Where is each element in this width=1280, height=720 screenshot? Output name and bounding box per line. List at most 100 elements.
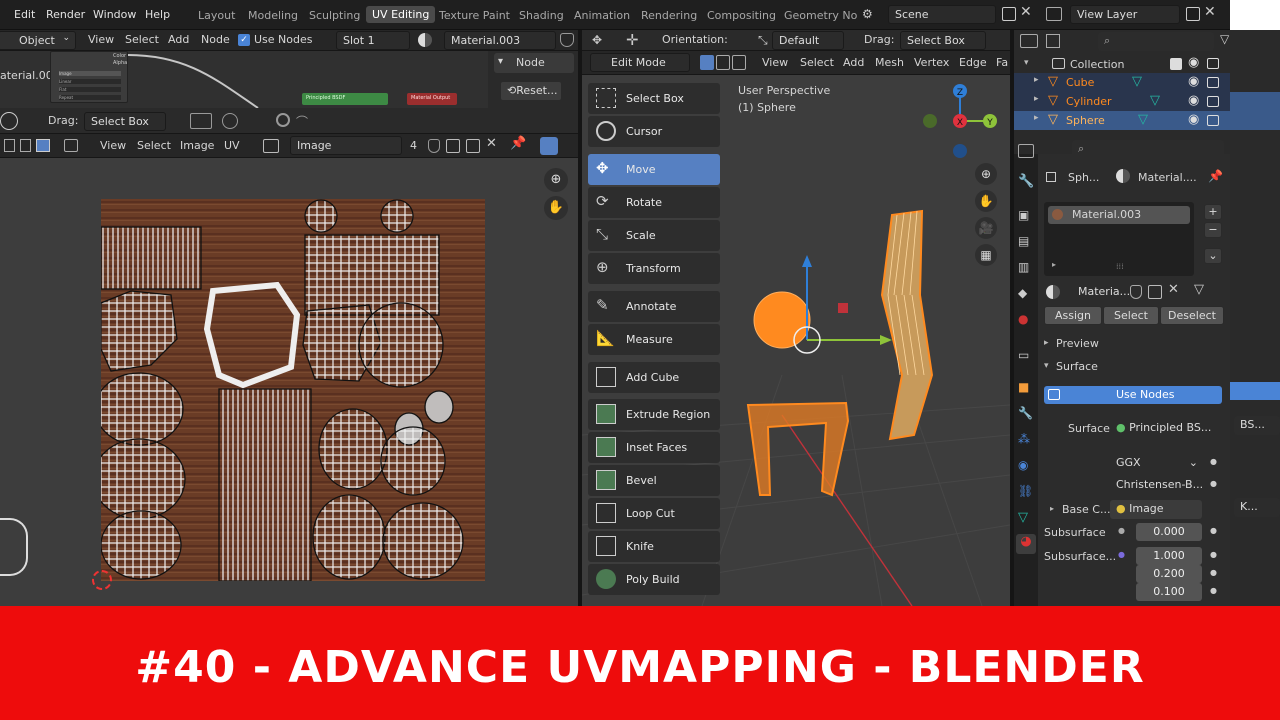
outliner-row-sphere[interactable]: ▸ ▽ Sphere ▽ ◉	[1014, 111, 1230, 130]
scene-icon[interactable]: ⚙	[862, 7, 880, 21]
move-gizmo-icon[interactable]: ✛	[626, 31, 639, 49]
camera-render-icon[interactable]	[1207, 96, 1219, 107]
keyframe-dot-icon[interactable]: ●	[1210, 550, 1217, 559]
fake-user-shield-icon[interactable]	[560, 33, 574, 47]
outliner-editor-icon[interactable]	[1020, 34, 1038, 48]
properties-search[interactable]: ⌕	[1072, 140, 1224, 159]
keyframe-dot-icon[interactable]: ●	[1210, 526, 1217, 535]
vector-socket-icon[interactable]: ●	[1118, 550, 1125, 559]
tool-rotate[interactable]: ⟳ Rotate	[588, 187, 720, 218]
object-dropdown[interactable]: Object ⌄	[0, 31, 76, 50]
node-menu-view[interactable]: View	[88, 33, 114, 46]
tab-animation[interactable]: Animation	[574, 9, 630, 22]
world-tab-icon[interactable]: ●	[1018, 312, 1028, 326]
scene-selector[interactable]: Scene	[888, 5, 996, 24]
uv-canvas[interactable]: ⊕ ✋	[0, 158, 578, 606]
socket-dot-icon[interactable]: ●	[1118, 526, 1125, 535]
view-layer-tab-icon[interactable]: ▥	[1018, 260, 1029, 274]
tab-shading[interactable]: Shading	[519, 9, 564, 22]
tool-move[interactable]: ✥ Move	[588, 154, 720, 185]
reset-button[interactable]: ⟲Reset...	[500, 81, 562, 101]
eye-icon[interactable]: ◉	[1188, 74, 1199, 89]
uv-sync-icon[interactable]	[540, 137, 558, 155]
data-tab-icon[interactable]: ▽	[1018, 510, 1028, 525]
duplicate-icon[interactable]	[1148, 285, 1162, 299]
material-browse-icon[interactable]	[1046, 285, 1060, 299]
viewport-menu-view[interactable]: View	[762, 56, 788, 69]
keyframe-dot-icon[interactable]: ●	[1210, 457, 1217, 466]
tool-annotate[interactable]: ✎ Annotate	[588, 291, 720, 322]
radius-y-field[interactable]: 0.200	[1136, 565, 1202, 583]
new-image-icon[interactable]	[446, 139, 460, 153]
outliner-row-cylinder[interactable]: ▸ ▽ Cylinder ▽ ◉	[1014, 92, 1230, 111]
uv-menu-select[interactable]: Select	[137, 139, 171, 152]
subsurface-method-dropdown[interactable]: Christensen-B...	[1110, 476, 1203, 495]
material-field[interactable]: Material.003	[444, 31, 556, 50]
eye-icon[interactable]: ◉	[1188, 55, 1199, 70]
orientation-dropdown[interactable]: Default	[772, 31, 844, 50]
surface-panel-header[interactable]: Surface	[1056, 360, 1098, 373]
image-name-field[interactable]: Image	[290, 136, 402, 155]
tool-loop-cut[interactable]: Loop Cut	[588, 498, 720, 529]
filter-display-icon[interactable]	[1046, 34, 1060, 48]
material-tab-icon[interactable]: ◕	[1016, 534, 1036, 554]
modifier-tab-icon[interactable]: 🔧	[1018, 406, 1033, 420]
node-canvas[interactable]: aterial.003 Color Alpha Image Linear Fla…	[0, 51, 578, 108]
outliner-row-cube[interactable]: ▸ ▽ Cube ▽ ◉	[1014, 73, 1230, 92]
viewport-menu-edge[interactable]: Edge	[959, 56, 987, 69]
expand-arrow-icon[interactable]: ▸	[1050, 504, 1054, 513]
mode-dropdown[interactable]: Edit Mode	[590, 53, 690, 72]
expand-arrow-icon[interactable]: ▾	[1024, 58, 1029, 68]
delete-view-layer-icon[interactable]: ✕	[1204, 4, 1216, 20]
viewport-canvas[interactable]: Select Box Cursor ✥ Move ⟳ Rotate ⤡ Scale ⊕…	[582, 75, 1010, 606]
tab-geometry-nodes[interactable]: Geometry No	[784, 9, 857, 22]
output-tab-icon[interactable]: ▤	[1018, 234, 1029, 248]
menu-window[interactable]: Window	[93, 8, 136, 21]
tool-knife[interactable]: Knife	[588, 531, 720, 562]
face-select-icon[interactable]	[36, 139, 50, 152]
camera-icon[interactable]: 🎥	[975, 217, 997, 239]
tool-select-box[interactable]: Select Box	[588, 83, 720, 114]
zoom-icon[interactable]: ⊕	[975, 163, 997, 185]
image-browse-icon[interactable]	[263, 139, 279, 153]
particles-tab-icon[interactable]: ⁂	[1018, 432, 1030, 446]
uv-menu-uv[interactable]: UV	[224, 139, 240, 152]
surface-shader-field[interactable]: ● Principled BS...	[1110, 419, 1211, 438]
node-ext-field[interactable]: Repeat	[59, 95, 121, 100]
pin-icon[interactable]: 📌	[1208, 169, 1223, 183]
uv-drag-dropdown[interactable]: Select Box	[84, 112, 166, 131]
slot-dropdown[interactable]: Slot 1	[336, 31, 410, 50]
tool-extrude-region[interactable]: Extrude Region	[588, 399, 720, 430]
menu-help[interactable]: Help	[145, 8, 170, 21]
zoom-icon[interactable]: ⊕	[544, 168, 568, 192]
grid-view-icon[interactable]: ▦	[975, 244, 997, 266]
menu-render[interactable]: Render	[46, 8, 85, 21]
tab-uv-editing[interactable]: UV Editing	[366, 6, 436, 23]
slot-menu-button[interactable]: ⌄	[1204, 248, 1222, 264]
fake-user-icon[interactable]	[428, 139, 440, 153]
material-name-field[interactable]: Materia...	[1072, 283, 1130, 302]
collapse-arrow-icon[interactable]: ▸	[1044, 338, 1049, 348]
camera-render-icon[interactable]	[1207, 115, 1219, 126]
properties-editor-icon[interactable]	[1018, 144, 1034, 158]
tab-sculpting[interactable]: Sculpting	[309, 9, 360, 22]
node-menu-node[interactable]: Node	[201, 33, 230, 46]
pivot-icon[interactable]	[0, 112, 18, 130]
unlink-image-icon[interactable]: ✕	[486, 136, 497, 151]
tool-measure[interactable]: 📐 Measure	[588, 324, 720, 355]
tool-transform[interactable]: ⊕ Transform	[588, 253, 720, 284]
browse-slot-icon[interactable]: ▽	[1194, 282, 1204, 297]
select-button[interactable]: Select	[1103, 306, 1159, 325]
tool-add-cube[interactable]: Add Cube	[588, 362, 720, 393]
material-slot-row[interactable]: Material.003	[1048, 206, 1190, 224]
uv-menu-view[interactable]: View	[100, 139, 126, 152]
edge-mode-icon[interactable]	[716, 55, 730, 70]
expand-arrow-icon[interactable]: ▾	[1044, 361, 1049, 371]
filter-icon[interactable]: ▽	[1220, 32, 1229, 46]
viewport-menu-add[interactable]: Add	[843, 56, 864, 69]
hand-pan-icon[interactable]: ✋	[544, 196, 568, 220]
keyframe-dot-icon[interactable]: ●	[1210, 479, 1217, 488]
view-layer-selector[interactable]: View Layer	[1070, 5, 1180, 24]
tool-cursor[interactable]: Cursor	[588, 116, 720, 147]
pivot-point-icon[interactable]	[190, 113, 212, 129]
